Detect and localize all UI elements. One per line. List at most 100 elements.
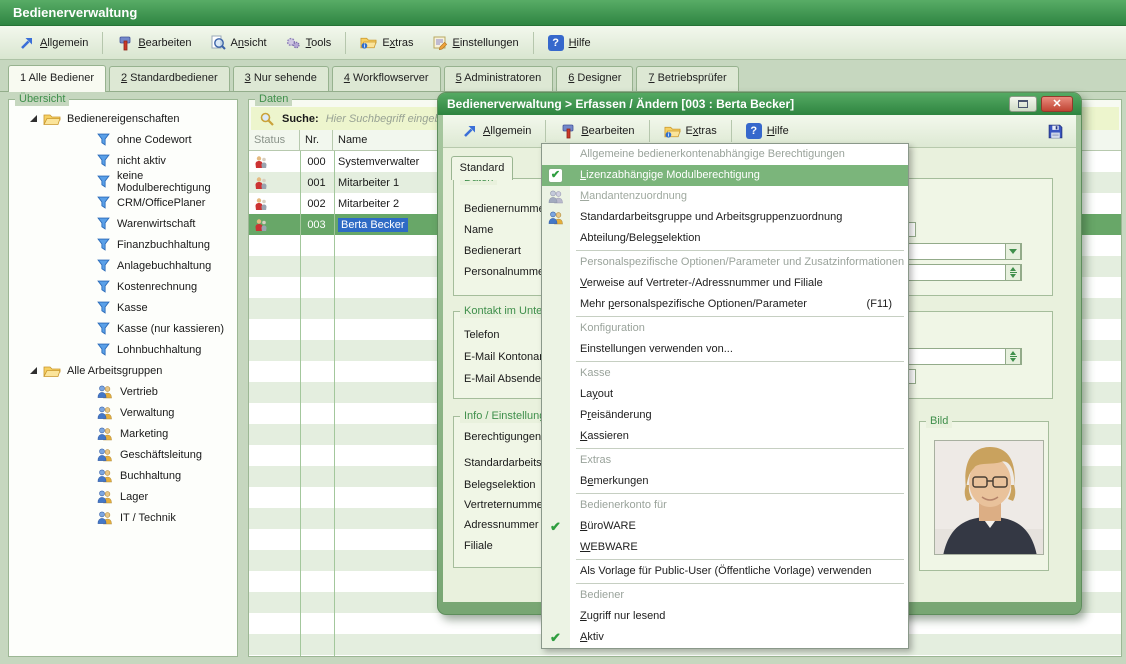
filter-funnel-icon: [97, 217, 110, 230]
row-nr: 000: [300, 156, 333, 168]
field-label-vertreternummer: Vertreternummer: [464, 499, 547, 513]
tree-item-finanzbuchhaltung[interactable]: Finanzbuchhaltung: [10, 234, 236, 255]
tree-item-kasse-nur-kassieren[interactable]: Kasse (nur kassieren): [10, 318, 236, 339]
expander-icon[interactable]: [30, 115, 37, 122]
tab-administratoren[interactable]: 5 Administratoren: [444, 66, 554, 91]
workgroup-people-icon: [97, 385, 113, 399]
menu-section-header: Bedienerkonto für: [542, 495, 908, 516]
spinner-buttons[interactable]: [1005, 348, 1021, 365]
save-icon[interactable]: [1047, 123, 1064, 140]
tab-standardbediener[interactable]: 2 Standardbediener: [109, 66, 230, 91]
dialog-tab-standard[interactable]: Standard: [451, 156, 513, 180]
tree-item-anlagebuchhaltung[interactable]: Anlagebuchhaltung: [10, 255, 236, 276]
menu-item-bueroware[interactable]: ✔ BüroWARE: [542, 516, 908, 537]
menu-bearbeiten[interactable]: Bearbeiten: [108, 31, 200, 55]
dialog-menu-bearbeiten[interactable]: Bearbeiten: [551, 119, 643, 143]
tree-item-geschaeftsleitung[interactable]: Geschäftsleitung: [10, 444, 236, 465]
column-header-nr[interactable]: Nr.: [300, 130, 333, 150]
menu-item-abteilung-belegselektion[interactable]: Abteilung/Belegselektion: [542, 228, 908, 249]
menu-tools[interactable]: Tools: [276, 31, 341, 55]
tree-folder-bedienereigenschaften[interactable]: Bedienereigenschaften: [10, 108, 236, 129]
menu-item-als-vorlage-public-user[interactable]: Als Vorlage für Public-User (Öffentliche…: [542, 561, 908, 582]
menu-item-einstellungen-verwenden[interactable]: Einstellungen verwenden von...: [542, 339, 908, 360]
dialog-menu-extras[interactable]: i Extras: [655, 120, 726, 143]
tab-workflowserver[interactable]: 4 Workflowserver: [332, 66, 441, 91]
filter-funnel-icon: [97, 322, 110, 335]
group-title: Bild: [926, 414, 952, 428]
tree-item-crm-officeplaner[interactable]: CRM/OfficePlaner: [10, 192, 236, 213]
expander-icon[interactable]: [30, 367, 37, 374]
menu-item-bemerkungen[interactable]: Bemerkungen: [542, 471, 908, 492]
dialog-menu-hilfe[interactable]: ? Hilfe: [737, 119, 798, 143]
menu-item-standardarbeitsgruppe[interactable]: Standardarbeitsgruppe und Arbeitsgruppen…: [542, 207, 908, 228]
spinner-divider: [1010, 272, 1017, 273]
tree-item-label: Lohnbuchhaltung: [117, 344, 201, 356]
column-header-status[interactable]: Status: [249, 130, 300, 150]
tab-designer[interactable]: 6 Designer: [556, 66, 633, 91]
menu-item-mandantenzuordnung[interactable]: Mandantenzuordnung: [542, 186, 908, 207]
tree-item-lohnbuchhaltung[interactable]: Lohnbuchhaltung: [10, 339, 236, 360]
menu-item-preisaenderung[interactable]: Preisänderung: [542, 405, 908, 426]
menu-extras[interactable]: i Extras: [351, 31, 422, 54]
column-divider: [300, 151, 301, 656]
menu-bearbeiten-label: Bearbeiten: [138, 37, 191, 49]
dropdown-button[interactable]: [1005, 243, 1021, 260]
tree-item-vertrieb[interactable]: Vertrieb: [10, 381, 236, 402]
tree-item-label: Buchhaltung: [120, 470, 181, 482]
restore-button[interactable]: [1009, 96, 1037, 112]
close-button[interactable]: ✕: [1041, 96, 1073, 112]
tree-item-nicht-aktiv[interactable]: nicht aktiv: [10, 150, 236, 171]
tab-alle-bediener[interactable]: 1 Alle Bediener: [8, 65, 106, 92]
tab-betriebspruefer[interactable]: 7 Betriebsprüfer: [636, 66, 738, 91]
menu-section-header: Konfiguration: [542, 318, 908, 339]
menu-ansicht[interactable]: Ansicht: [201, 31, 276, 55]
menu-item-verweise-vertreter[interactable]: Verweise auf Vertreter-/Adressnummer und…: [542, 273, 908, 294]
workgroup-people-icon: [97, 469, 113, 483]
tree-item-ohne-codewort[interactable]: ohne Codewort: [10, 129, 236, 150]
overview-panel: Übersicht Bedienereigenschaften ohne Cod…: [8, 99, 238, 657]
menu-einstellungen[interactable]: Einstellungen: [423, 31, 528, 55]
menu-hilfe[interactable]: ? Hilfe: [539, 31, 600, 55]
menu-item-lizenzabhaengige-modulberechtigung[interactable]: ✔ Lizenzabhängige Modulberechtigung: [542, 165, 908, 186]
tree-item-kostenrechnung[interactable]: Kostenrechnung: [10, 276, 236, 297]
row-nr: 002: [300, 198, 333, 210]
spinner-buttons[interactable]: [1005, 264, 1021, 281]
arrow-ne-icon: [462, 123, 478, 139]
tree-item-label: Finanzbuchhaltung: [117, 239, 210, 251]
tree-item-marketing[interactable]: Marketing: [10, 423, 236, 444]
menu-item-aktiv[interactable]: ✔ Aktiv: [542, 627, 908, 648]
tree-item-warenwirtschaft[interactable]: Warenwirtschaft: [10, 213, 236, 234]
checked-checkbox-icon: ✔: [547, 167, 564, 184]
menu-allgemein[interactable]: Allgemein: [10, 31, 97, 55]
menu-item-layout[interactable]: Layout: [542, 384, 908, 405]
tree-item-kasse[interactable]: Kasse: [10, 297, 236, 318]
tree-item-label: Kasse: [117, 302, 148, 314]
main-menubar: Allgemein Bearbeiten Ansicht Tools i Ext…: [0, 26, 1126, 60]
menu-item-mehr-personalspezifische[interactable]: Mehr personalspezifische Optionen/Parame…: [542, 294, 908, 315]
tree-item-label: Verwaltung: [120, 407, 174, 419]
tree-folder-alle-arbeitsgruppen[interactable]: Alle Arbeitsgruppen: [10, 360, 236, 381]
tree-item-buchhaltung[interactable]: Buchhaltung: [10, 465, 236, 486]
tree-item-it-technik[interactable]: IT / Technik: [10, 507, 236, 528]
row-nr: 001: [300, 177, 333, 189]
restore-icon: [1018, 100, 1028, 108]
tree-item-keine-modulberechtigung[interactable]: keine Modulberechtigung: [10, 171, 236, 192]
menu-item-zugriff-nur-lesend[interactable]: Zugriff nur lesend: [542, 606, 908, 627]
menu-separator: [576, 559, 904, 560]
settings-doc-icon: [432, 35, 448, 51]
menu-item-kassieren[interactable]: Kassieren: [542, 426, 908, 447]
tree-item-verwaltung[interactable]: Verwaltung: [10, 402, 236, 423]
filter-funnel-icon: [97, 280, 110, 293]
close-icon: ✕: [1052, 93, 1061, 115]
tree-item-label: nicht aktiv: [117, 155, 166, 167]
tab-nur-sehende[interactable]: 3 Nur sehende: [233, 66, 329, 91]
menu-separator: [576, 493, 904, 494]
menu-item-webware[interactable]: WEBWARE: [542, 537, 908, 558]
workgroup-people-icon: [97, 406, 113, 420]
menubar-separator: [731, 120, 732, 142]
tree-item-lager[interactable]: Lager: [10, 486, 236, 507]
field-label-filiale: Filiale: [464, 540, 493, 554]
field-label-email-absender: E-Mail Absender: [464, 373, 545, 387]
chevron-down-icon: [1009, 249, 1017, 254]
dialog-menu-allgemein[interactable]: Allgemein: [453, 119, 540, 143]
